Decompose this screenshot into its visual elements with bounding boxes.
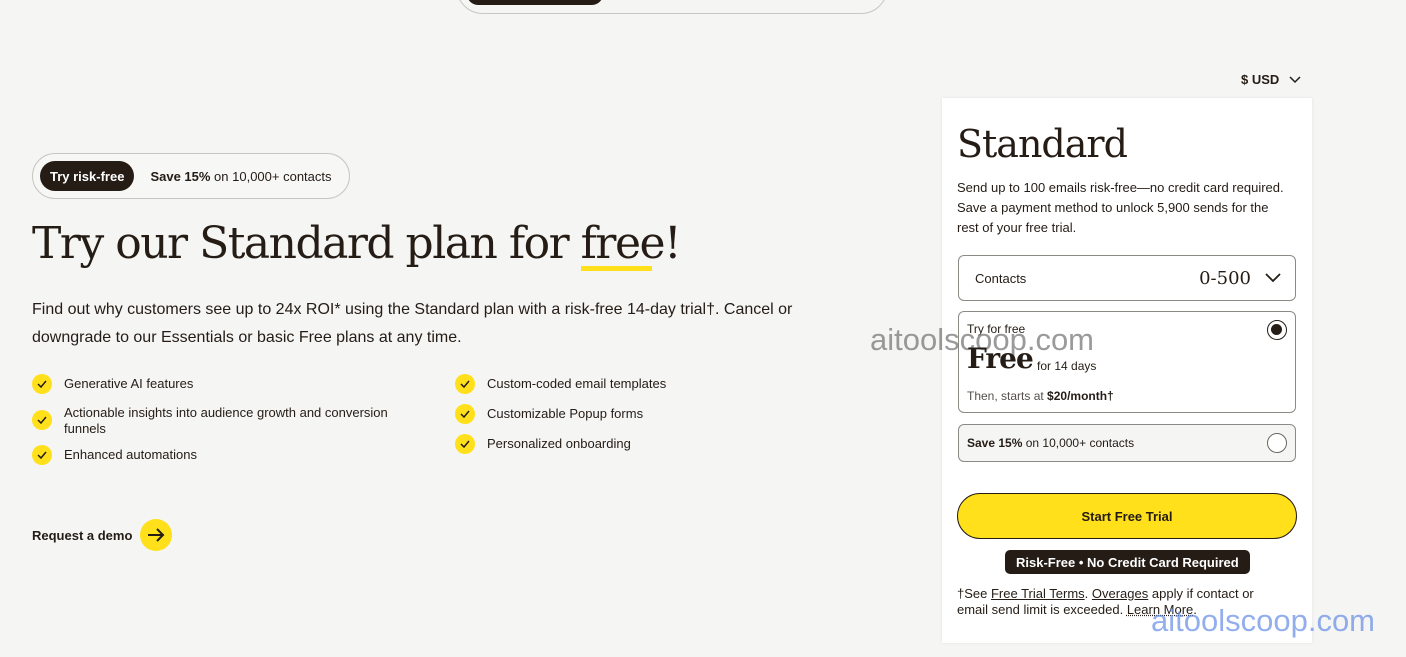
free-trial-terms-link[interactable]: Free Trial Terms <box>991 586 1085 601</box>
feature-item: Customizable Popup forms <box>455 404 855 424</box>
hero-description: Find out why customers see up to 24x ROI… <box>32 301 793 346</box>
feature-item: Enhanced automations <box>32 445 432 465</box>
check-icon <box>455 374 475 394</box>
plan-description: Send up to 100 emails risk-free—no credi… <box>957 180 1284 235</box>
page-title: Try our Standard plan for free! <box>32 218 682 271</box>
start-free-trial-button[interactable]: Start Free Trial <box>957 493 1297 539</box>
check-icon <box>32 410 52 430</box>
arrow-right-icon[interactable] <box>140 519 173 551</box>
check-icon <box>455 434 475 454</box>
check-icon <box>455 404 475 424</box>
chevron-down-icon <box>1265 273 1281 283</box>
plan-card-standard: Standard Send up to 100 emails risk-free… <box>942 98 1312 643</box>
risk-free-badge: Risk-Free • No Credit Card Required <box>1005 550 1250 574</box>
plan-title: Standard <box>957 122 1128 166</box>
radio-unselected[interactable] <box>1267 433 1287 453</box>
contacts-select[interactable]: Contacts 0-500 <box>958 255 1296 301</box>
top-nav-active-item[interactable] <box>467 0 603 5</box>
feature-item: Actionable insights into audience growth… <box>32 403 432 437</box>
option-save-15[interactable]: Save 15% on 10,000+ contacts <box>958 424 1296 462</box>
request-demo-link[interactable]: Request a demo <box>32 519 173 551</box>
chevron-down-icon <box>1289 75 1301 83</box>
check-icon <box>32 374 52 394</box>
option-free-duration: for 14 days <box>1037 359 1097 373</box>
headline-highlight: free <box>580 218 666 271</box>
option-free-price: Free <box>967 342 1034 375</box>
promo-pill[interactable]: Try risk-free Save 15% on 10,000+ contac… <box>32 153 350 199</box>
feature-item: Generative AI features <box>32 374 432 394</box>
try-risk-free-badge: Try risk-free <box>40 161 135 191</box>
option-then-price: Then, starts at $20/month† <box>967 389 1114 403</box>
currency-value: $ USD <box>1241 72 1280 87</box>
contacts-value: 0-500 <box>1199 267 1251 289</box>
check-icon <box>32 445 52 465</box>
contacts-label: Contacts <box>975 270 1027 286</box>
option-save-text: Save 15% on 10,000+ contacts <box>967 436 1135 450</box>
top-nav-pill <box>456 0 888 14</box>
request-demo-label: Request a demo <box>32 527 133 543</box>
promo-save-text: Save 15% on 10,000+ contacts <box>150 168 332 184</box>
overages-link[interactable]: Overages <box>1092 586 1148 601</box>
radio-selected[interactable] <box>1267 320 1287 340</box>
watermark-text: aitoolscoop.com <box>1151 603 1376 638</box>
currency-select[interactable]: $ USD <box>1241 72 1301 87</box>
feature-list-left: Generative AI features Actionable insigh… <box>32 374 432 473</box>
feature-item: Personalized onboarding <box>455 434 855 454</box>
feature-item: Custom-coded email templates <box>455 374 855 394</box>
feature-list-right: Custom-coded email templates Customizabl… <box>455 374 855 464</box>
